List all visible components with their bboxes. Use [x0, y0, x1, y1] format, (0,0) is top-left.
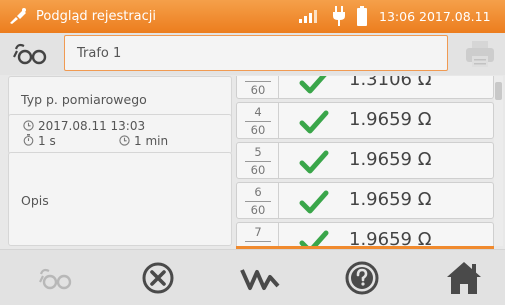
result-time: 5 60 [237, 143, 279, 178]
scrollbar-thumb[interactable] [495, 82, 502, 100]
printer-icon[interactable] [464, 39, 496, 69]
record-name-field[interactable]: Trafo 1 [64, 35, 448, 71]
result-row[interactable]: 60 1.3106 Ω [236, 76, 494, 99]
stopwatch-icon [23, 134, 34, 146]
check-icon [299, 190, 329, 214]
probe-icon[interactable] [8, 38, 58, 70]
results-scrollbar[interactable] [494, 76, 503, 246]
battery-icon [357, 6, 367, 26]
result-value: 1.9659 Ω [349, 149, 432, 170]
clock-icon [119, 135, 130, 146]
record-info-panel: Typ p. pomiarowego 2017.08.11 13:03 1 s … [8, 76, 232, 246]
signal-icon [299, 10, 317, 23]
probe-icon[interactable] [36, 260, 76, 296]
check-icon [299, 110, 329, 134]
result-row[interactable]: 6 60 1.9659 Ω [236, 182, 494, 219]
record-datetime: 2017.08.11 13:03 [38, 119, 146, 133]
record-info: 2017.08.11 13:03 1 s 1 min [8, 114, 232, 154]
plug-icon [333, 6, 345, 26]
record-duration: 1 min [134, 134, 169, 148]
result-row[interactable]: 7 1.9659 Ω [236, 222, 494, 246]
record-header: Trafo 1 [0, 33, 505, 75]
result-value: 1.9659 Ω [349, 229, 432, 246]
clock: 13:06 2017.08.11 [379, 9, 491, 24]
result-time: 6 60 [237, 183, 279, 218]
graph-icon[interactable] [240, 260, 280, 296]
result-time: 7 [237, 223, 279, 246]
check-icon [299, 230, 329, 246]
check-icon [299, 76, 327, 94]
status-bar: Podgląd rejestracji 13:06 2017.08.11 [0, 0, 505, 33]
check-icon [299, 150, 329, 174]
home-icon[interactable] [444, 260, 484, 296]
close-icon[interactable] [138, 260, 178, 296]
results-list[interactable]: 60 1.3106 Ω 4 60 1.9659 Ω 5 60 1.9659 Ω … [236, 76, 494, 246]
app-logo-icon [10, 8, 26, 24]
description-field[interactable]: Opis [8, 152, 232, 246]
result-value: 1.9659 Ω [349, 189, 432, 210]
result-row[interactable]: 5 60 1.9659 Ω [236, 142, 494, 179]
help-icon[interactable] [342, 260, 382, 296]
result-value: 1.3106 Ω [349, 76, 432, 90]
clock-icon [23, 120, 34, 131]
record-interval: 1 s [38, 134, 56, 148]
screen-title: Podgląd rejestracji [36, 9, 157, 24]
description-label: Opis [21, 193, 49, 208]
result-row[interactable]: 4 60 1.9659 Ω [236, 102, 494, 139]
bottom-toolbar [0, 249, 505, 305]
result-time: 4 60 [237, 103, 279, 138]
result-value: 1.9659 Ω [349, 109, 432, 130]
result-time: 60 [237, 76, 279, 98]
